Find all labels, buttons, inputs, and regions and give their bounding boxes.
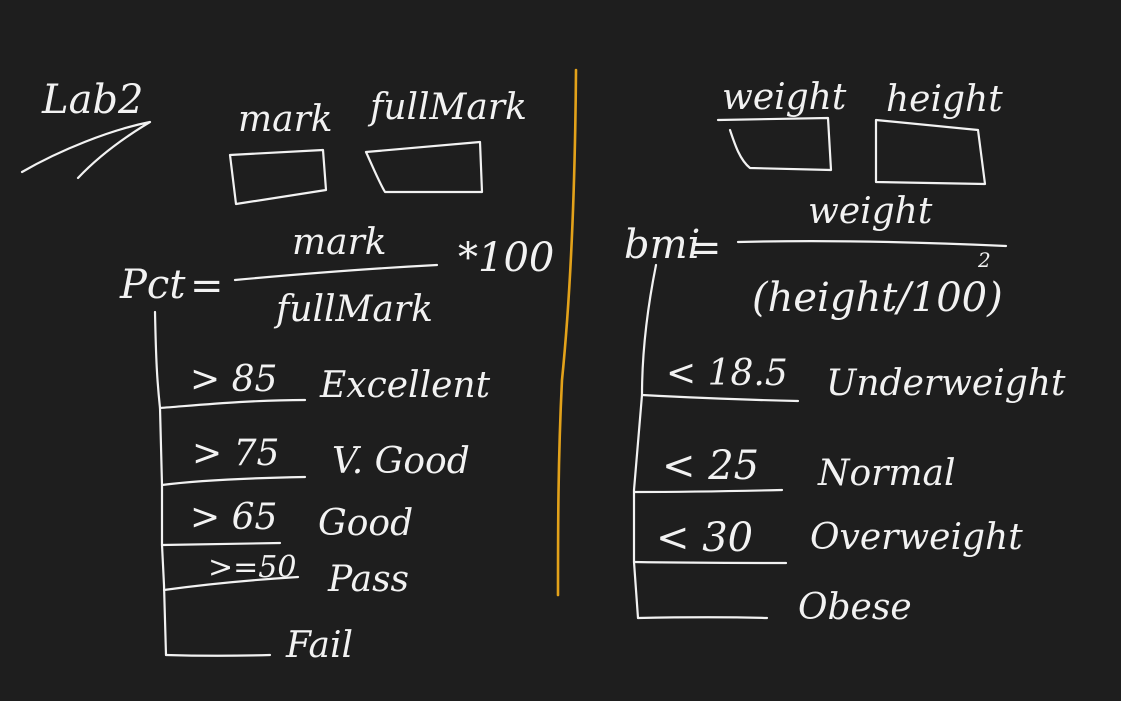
pct-multiplier: *100 (458, 235, 555, 281)
weight-input-box (716, 116, 833, 172)
pct-condition: > 75 (192, 433, 280, 474)
bmi-denominator: (height/100) (752, 275, 1003, 321)
pct-result: Fail (286, 625, 354, 666)
input-label-fullmark: fullMark (370, 87, 527, 128)
bmi-condition: < 30 (656, 515, 754, 561)
bmi-condition: < 18.5 (666, 353, 788, 394)
pct-tree-trunk (153, 310, 168, 657)
pct-variable: Pct (120, 262, 186, 308)
pct-result: Excellent (320, 365, 491, 406)
pct-result: Good (318, 503, 414, 544)
whiteboard: Lab2 mark fullMark Pct = mark fullMark *… (0, 0, 1121, 701)
bmi-branch-line (640, 393, 800, 403)
bmi-branch-line (636, 616, 769, 620)
title-underline (20, 120, 152, 180)
bmi-result: Normal (818, 453, 956, 494)
section-divider (556, 68, 578, 597)
input-label-height: height (886, 79, 1003, 120)
pct-branch-line (158, 398, 307, 410)
pct-numerator: mark (292, 222, 387, 263)
bmi-result: Underweight (826, 363, 1066, 404)
lab-title: Lab2 (42, 77, 144, 123)
pct-result: V. Good (332, 441, 470, 482)
bmi-exponent: 2 (978, 248, 991, 272)
bmi-tree-trunk (632, 263, 658, 620)
fullmark-input-box (364, 140, 484, 194)
pct-branch-line (160, 541, 282, 547)
bmi-condition: < 25 (662, 443, 760, 489)
pct-condition: > 85 (190, 359, 278, 400)
bmi-equals: = (688, 225, 722, 271)
bmi-branch-line (632, 488, 784, 494)
pct-condition: >=50 (208, 550, 297, 585)
mark-input-box (228, 148, 328, 206)
pct-branch-line (160, 475, 307, 487)
input-label-mark: mark (238, 99, 333, 140)
pct-equals: = (190, 263, 224, 309)
bmi-numerator: weight (808, 191, 933, 232)
bmi-result: Obese (798, 587, 912, 628)
height-input-box (874, 118, 987, 186)
pct-fraction-bar (233, 263, 439, 282)
pct-result: Pass (328, 559, 410, 600)
pct-condition: > 65 (190, 497, 278, 538)
bmi-fraction-bar (736, 240, 1008, 248)
input-label-weight: weight (722, 77, 847, 118)
pct-denominator: fullMark (276, 289, 433, 330)
pct-branch-line (164, 653, 272, 657)
bmi-branch-line (632, 560, 788, 565)
bmi-result: Overweight (810, 517, 1023, 558)
